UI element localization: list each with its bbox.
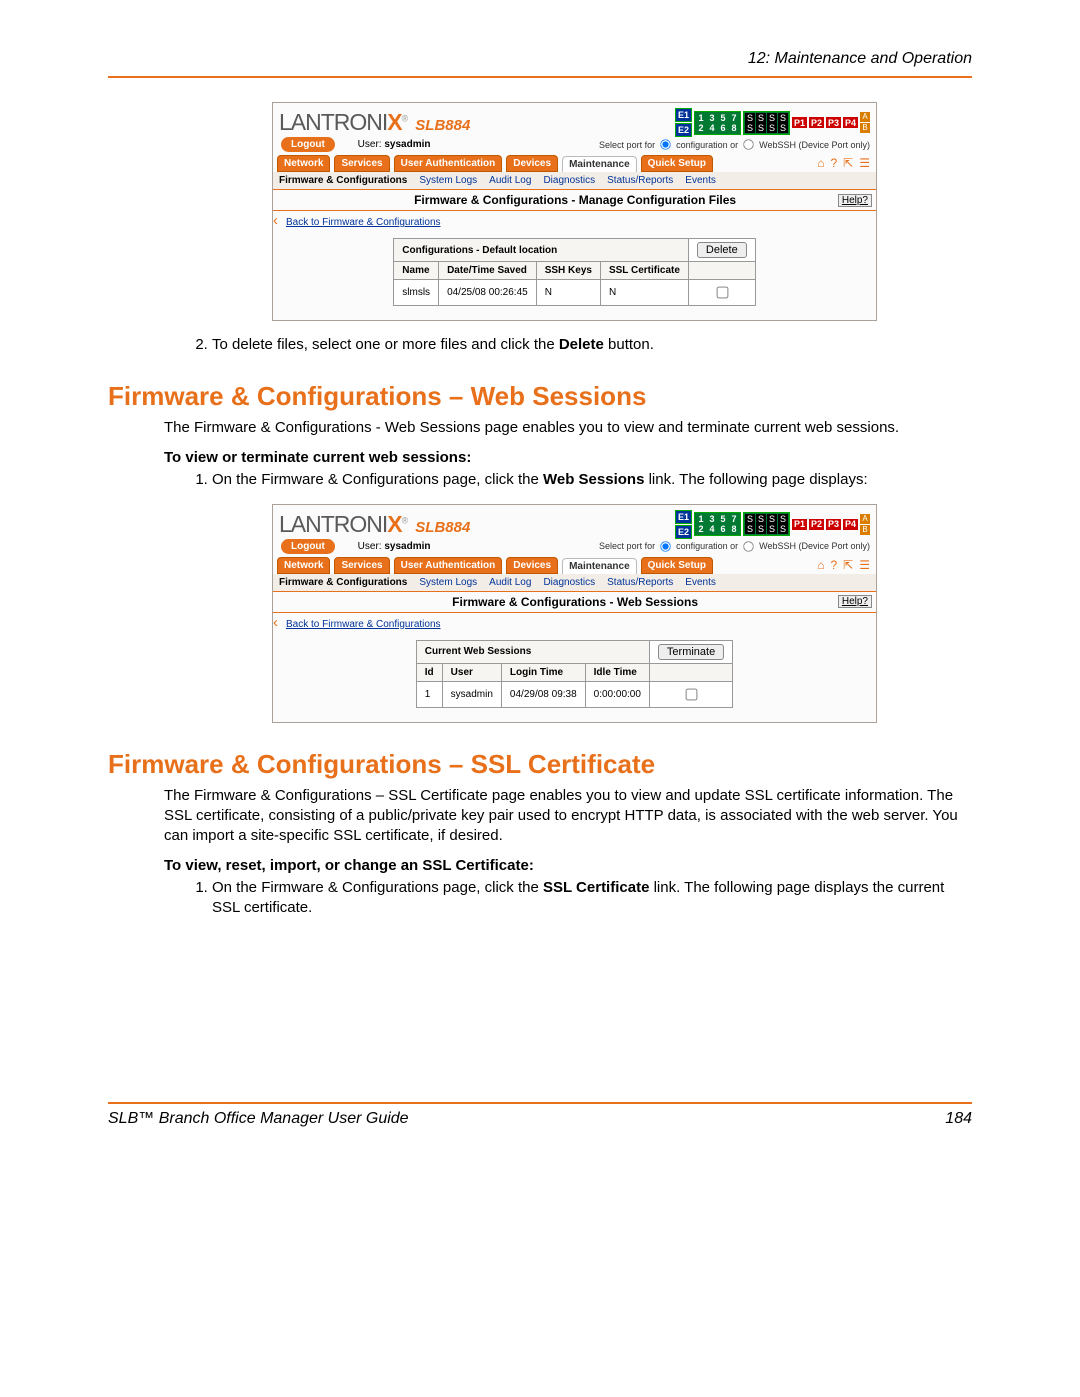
help-icon[interactable]: ?: [830, 156, 837, 170]
subtab-events[interactable]: Events: [685, 175, 716, 186]
port-select-mode: Select port for configuration or WebSSH …: [599, 540, 870, 553]
body-text: The Firmware & Configurations – SSL Cert…: [164, 786, 972, 847]
logo: LANTRONIX® SLB884: [279, 511, 470, 538]
step-list: On the Firmware & Configurations page, c…: [180, 470, 972, 490]
subheading: To view, reset, import, or change an SSL…: [164, 857, 972, 874]
port-indicator-grid: E1E2 1357 2468 SSSS SSSS P1 P2 P3 P4: [675, 108, 870, 137]
subtab-firmware[interactable]: Firmware & Configurations: [279, 577, 407, 588]
page-title: Firmware & Configurations - Web Sessions: [312, 595, 838, 609]
page-title: Firmware & Configurations - Manage Confi…: [312, 193, 838, 207]
configurations-table: Configurations - Default locationDelete …: [393, 238, 755, 306]
tab-devices[interactable]: Devices: [506, 557, 558, 574]
back-link[interactable]: Back to Firmware & Configurations: [278, 211, 449, 234]
subtab-audit-log[interactable]: Audit Log: [489, 175, 531, 186]
logo: LANTRONIX® SLB884: [279, 109, 470, 136]
subtab-audit-log[interactable]: Audit Log: [489, 577, 531, 588]
table-row: slmsls04/25/08 00:26:45NN: [394, 280, 755, 306]
subtab-status-reports[interactable]: Status/Reports: [607, 577, 673, 588]
logout-button[interactable]: Logout: [281, 539, 335, 554]
port-indicator-grid: E1E2 1357 2468 SSSS SSSS P1 P2 P3 P4: [675, 510, 870, 539]
screenshot-web-sessions: LANTRONIX® SLB884 E1E2 1357 2468 SSSS SS…: [272, 504, 877, 723]
subtab-diagnostics[interactable]: Diagnostics: [543, 577, 595, 588]
subtab-diagnostics[interactable]: Diagnostics: [543, 175, 595, 186]
tab-services[interactable]: Services: [334, 155, 389, 172]
subtab-status-reports[interactable]: Status/Reports: [607, 175, 673, 186]
list-icon[interactable]: ☰: [859, 156, 870, 170]
delete-button[interactable]: Delete: [697, 242, 747, 258]
tab-quick-setup[interactable]: Quick Setup: [641, 557, 713, 574]
row-checkbox[interactable]: [686, 688, 698, 700]
radio-webssh[interactable]: [743, 541, 753, 551]
back-link[interactable]: Back to Firmware & Configurations: [278, 613, 449, 636]
section-heading-web-sessions: Firmware & Configurations – Web Sessions: [108, 381, 972, 412]
expand-icon[interactable]: ⇱: [843, 156, 853, 170]
expand-icon[interactable]: ⇱: [843, 558, 853, 572]
tab-maintenance[interactable]: Maintenance: [562, 156, 637, 172]
radio-configuration[interactable]: [660, 541, 670, 551]
tab-devices[interactable]: Devices: [506, 155, 558, 172]
step-list: On the Firmware & Configurations page, c…: [180, 878, 972, 919]
tab-user-authentication[interactable]: User Authentication: [394, 557, 503, 574]
step-list: To delete files, select one or more file…: [180, 335, 972, 355]
body-text: The Firmware & Configurations - Web Sess…: [164, 418, 972, 438]
web-sessions-table: Current Web SessionsTerminate IdUserLogi…: [416, 640, 733, 708]
terminate-button[interactable]: Terminate: [658, 644, 724, 660]
tab-network[interactable]: Network: [277, 557, 330, 574]
help-button[interactable]: Help?: [838, 595, 872, 608]
tab-quick-setup[interactable]: Quick Setup: [641, 155, 713, 172]
logout-button[interactable]: Logout: [281, 137, 335, 152]
header-rule: [108, 76, 972, 78]
subtab-events[interactable]: Events: [685, 577, 716, 588]
footer-title: SLB™ Branch Office Manager User Guide: [108, 1110, 409, 1128]
subheading: To view or terminate current web session…: [164, 449, 972, 466]
home-icon[interactable]: ⌂: [817, 558, 824, 572]
subtab-firmware[interactable]: Firmware & Configurations: [279, 175, 407, 186]
radio-configuration[interactable]: [660, 139, 670, 149]
section-heading-ssl-certificate: Firmware & Configurations – SSL Certific…: [108, 749, 972, 780]
help-button[interactable]: Help?: [838, 194, 872, 207]
home-icon[interactable]: ⌂: [817, 156, 824, 170]
row-checkbox[interactable]: [716, 287, 728, 299]
subtab-system-logs[interactable]: System Logs: [419, 175, 477, 186]
table-row: 1sysadmin04/29/08 09:380:00:00:00: [416, 681, 732, 707]
port-select-mode: Select port for configuration or WebSSH …: [599, 138, 870, 151]
screenshot-manage-config: LANTRONIX® SLB884 E1E2 1357 2468 SSSS SS…: [272, 102, 877, 321]
tab-maintenance[interactable]: Maintenance: [562, 558, 637, 574]
footer-rule: [108, 1102, 972, 1104]
tab-user-authentication[interactable]: User Authentication: [394, 155, 503, 172]
page-number: 184: [945, 1110, 972, 1128]
list-icon[interactable]: ☰: [859, 558, 870, 572]
radio-webssh[interactable]: [743, 139, 753, 149]
chapter-header: 12: Maintenance and Operation: [108, 50, 972, 72]
subtab-system-logs[interactable]: System Logs: [419, 577, 477, 588]
tab-network[interactable]: Network: [277, 155, 330, 172]
tab-services[interactable]: Services: [334, 557, 389, 574]
help-icon[interactable]: ?: [830, 558, 837, 572]
